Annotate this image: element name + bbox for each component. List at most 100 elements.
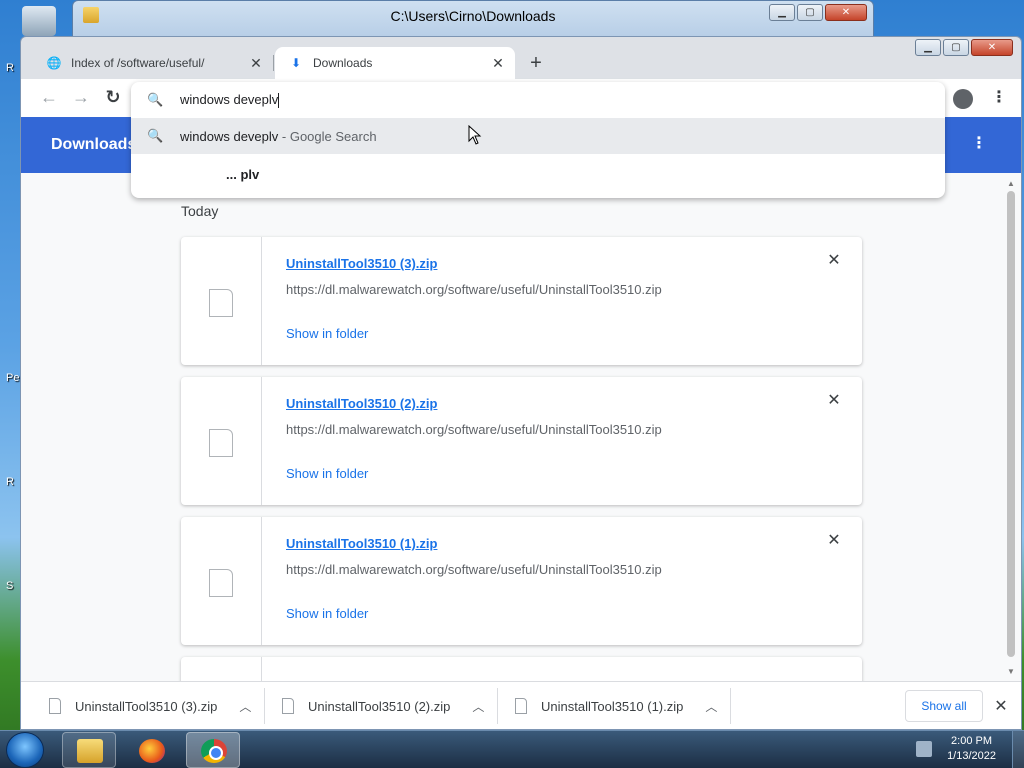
- system-clock[interactable]: 2:00 PM 1/13/2022: [947, 734, 996, 764]
- file-icon: [49, 698, 61, 714]
- search-icon: 🔍: [147, 128, 164, 143]
- back-arrow-icon[interactable]: ←: [37, 85, 61, 109]
- suggestion-more-text: ... plv: [226, 166, 260, 182]
- text-caret: [278, 93, 280, 109]
- shelf-item-label: UninstallTool3510 (2).zip: [308, 698, 451, 714]
- download-url[interactable]: https://dl.malwarewatch.org/software/use…: [286, 562, 662, 577]
- file-icon: [282, 698, 294, 714]
- explorer-window[interactable]: C:\Users\Cirno\Downloads ▁ ▢ ✕: [72, 0, 874, 40]
- taskbar-explorer-button[interactable]: [62, 732, 116, 768]
- taskbar: 2:00 PM 1/13/2022: [0, 730, 1024, 768]
- download-file-name[interactable]: UninstallTool3510 (2).zip: [286, 396, 437, 411]
- tab-label: Downloads: [313, 56, 373, 70]
- more-options-icon[interactable]: ⋮: [971, 133, 987, 153]
- shelf-divider: [497, 688, 498, 724]
- downloads-page: Downloads ⋮ Today UninstallTool3510 (3).…: [21, 117, 1021, 681]
- suggestion-query: windows deveplv: [180, 128, 279, 144]
- reload-icon[interactable]: ↻: [101, 85, 125, 109]
- maximize-button[interactable]: ▢: [797, 4, 823, 21]
- download-card-partial: [181, 657, 862, 681]
- close-tab-icon[interactable]: ✕: [247, 55, 265, 72]
- shelf-divider: [264, 688, 265, 724]
- clock-date: 1/13/2022: [947, 750, 996, 762]
- file-icon-column: [181, 517, 262, 645]
- explorer-title: C:\Users\Cirno\Downloads: [390, 8, 556, 24]
- shelf-item-label: UninstallTool3510 (3).zip: [75, 698, 218, 714]
- shelf-item[interactable]: UninstallTool3510 (2).zip ︿: [282, 682, 484, 729]
- download-file-name[interactable]: UninstallTool3510 (1).zip: [286, 536, 437, 551]
- close-button[interactable]: ✕: [971, 39, 1013, 56]
- address-input-value: windows deveplv: [180, 91, 279, 107]
- taskbar-chrome-button[interactable]: [186, 732, 240, 768]
- chevron-up-icon[interactable]: ︿: [705, 698, 717, 715]
- date-section-label: Today: [181, 203, 219, 219]
- omnibox-suggestion[interactable]: 🔍 windows deveplv - Google Search: [131, 118, 945, 154]
- taskbar-firefox-button[interactable]: [124, 732, 178, 768]
- download-file-name[interactable]: UninstallTool3510 (3).zip: [286, 256, 437, 271]
- download-card: UninstallTool3510 (1).zip https://dl.mal…: [181, 517, 862, 645]
- show-in-folder-link[interactable]: Show in folder: [286, 326, 368, 341]
- download-url[interactable]: https://dl.malwarewatch.org/software/use…: [286, 282, 662, 297]
- suggestion-text: windows deveplv - Google Search: [180, 129, 377, 144]
- page-title: Downloads: [51, 136, 137, 153]
- new-tab-button[interactable]: +: [523, 51, 549, 77]
- network-icon[interactable]: [916, 741, 932, 757]
- chrome-window: ▁ ▢ ✕ 🌐 Index of /software/useful/ ✕ ⬇ D…: [20, 36, 1022, 730]
- file-icon: [209, 429, 233, 457]
- file-icon-column: [181, 377, 262, 505]
- tab-divider: [273, 55, 274, 71]
- remove-icon[interactable]: ✕: [826, 393, 842, 409]
- omnibox-suggestion-more[interactable]: ... plv: [131, 156, 945, 192]
- download-shelf: UninstallTool3510 (3).zip ︿ UninstallToo…: [21, 681, 1021, 729]
- remove-icon[interactable]: ✕: [826, 533, 842, 549]
- desktop-label: S: [6, 580, 14, 592]
- page-scrollbar[interactable]: ▲ ▼: [1005, 179, 1017, 677]
- show-in-folder-link[interactable]: Show in folder: [286, 466, 368, 481]
- shelf-item[interactable]: UninstallTool3510 (1).zip ︿: [515, 682, 717, 729]
- close-shelf-icon[interactable]: ✕: [993, 696, 1009, 716]
- minimize-button[interactable]: ▁: [915, 39, 941, 56]
- explorer-window-controls: ▁ ▢ ✕: [769, 4, 867, 21]
- show-all-button[interactable]: Show all: [905, 690, 983, 722]
- start-button[interactable]: [6, 732, 44, 768]
- chrome-menu-icon[interactable]: ⋮: [991, 87, 1007, 109]
- chrome-icon: [201, 739, 227, 763]
- chevron-up-icon[interactable]: ︿: [472, 698, 484, 715]
- scroll-down-icon[interactable]: ▼: [1005, 667, 1017, 677]
- tab-label: Index of /software/useful/: [71, 56, 205, 70]
- recycle-bin-icon[interactable]: [22, 6, 56, 36]
- chrome-window-controls: ▁ ▢ ✕: [915, 39, 1013, 56]
- show-in-folder-link[interactable]: Show in folder: [286, 606, 368, 621]
- clock-time: 2:00 PM: [951, 735, 993, 747]
- tab-index-of-software[interactable]: 🌐 Index of /software/useful/ ✕: [33, 47, 273, 79]
- remove-icon[interactable]: ✕: [826, 253, 842, 269]
- desktop-label: R: [6, 62, 14, 74]
- address-bar[interactable]: 🔍 windows deveplv: [131, 82, 945, 118]
- show-desktop-button[interactable]: [1012, 731, 1024, 768]
- file-icon-column: [181, 657, 262, 681]
- forward-arrow-icon[interactable]: →: [69, 85, 93, 109]
- address-input[interactable]: windows deveplv: [180, 91, 280, 109]
- shelf-item-label: UninstallTool3510 (1).zip: [541, 698, 684, 714]
- desktop-label: R: [6, 476, 14, 488]
- globe-icon: 🌐: [46, 56, 62, 70]
- file-icon: [209, 569, 233, 597]
- file-icon-column: [181, 237, 262, 365]
- suggestion-suffix: - Google Search: [278, 128, 377, 144]
- maximize-button[interactable]: ▢: [943, 39, 969, 56]
- shelf-item[interactable]: UninstallTool3510 (3).zip ︿: [49, 682, 251, 729]
- minimize-button[interactable]: ▁: [769, 4, 795, 21]
- download-url[interactable]: https://dl.malwarewatch.org/software/use…: [286, 422, 662, 437]
- file-icon: [209, 289, 233, 317]
- chevron-up-icon[interactable]: ︿: [239, 698, 251, 715]
- omnibox-dropdown: 🔍 windows deveplv 🔍 windows deveplv - Go…: [131, 82, 945, 198]
- desktop-label: Pe: [6, 372, 20, 384]
- tab-downloads[interactable]: ⬇ Downloads ✕: [275, 47, 515, 79]
- close-tab-icon[interactable]: ✕: [489, 55, 507, 72]
- shelf-divider: [730, 688, 731, 724]
- close-button[interactable]: ✕: [825, 4, 867, 21]
- profile-icon[interactable]: [953, 89, 973, 109]
- scroll-thumb[interactable]: [1007, 191, 1015, 657]
- scroll-up-icon[interactable]: ▲: [1005, 179, 1017, 189]
- search-icon: 🔍: [147, 92, 164, 107]
